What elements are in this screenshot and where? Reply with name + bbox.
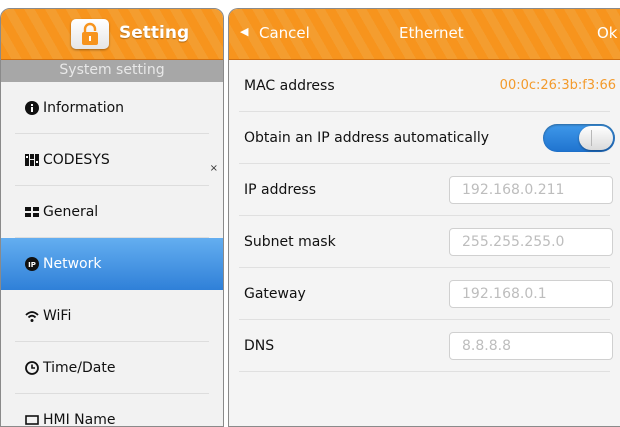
ip-address-row: IP address 192.168.0.211 bbox=[229, 164, 620, 216]
hmi-icon bbox=[25, 415, 39, 425]
subnet-mask-field[interactable]: 255.255.255.0 bbox=[449, 228, 613, 256]
sidebar-item-label: WiFi bbox=[43, 308, 72, 324]
grid-icon bbox=[25, 207, 39, 217]
page-title: Ethernet bbox=[399, 24, 464, 42]
dhcp-row: Obtain an IP address automatically bbox=[229, 112, 620, 164]
close-icon[interactable]: × bbox=[210, 163, 218, 174]
sidebar-item-label: Network bbox=[43, 256, 102, 272]
sidebar-item-network[interactable]: IP Network bbox=[1, 238, 223, 290]
gateway-field[interactable]: 192.168.0.1 bbox=[449, 280, 613, 308]
sidebar-item-codesys[interactable]: CODESYS × bbox=[1, 134, 223, 186]
sidebar-item-label: CODESYS bbox=[43, 152, 110, 168]
mac-address-value: 00:0c:26:3b:f3:66 bbox=[499, 78, 616, 93]
dhcp-label: Obtain an IP address automatically bbox=[244, 130, 490, 146]
section-header: System setting bbox=[1, 60, 223, 82]
wifi-icon bbox=[25, 311, 39, 322]
sidebar-item-label: Information bbox=[43, 100, 125, 116]
svg-text:IP: IP bbox=[28, 261, 36, 269]
toggle-knob[interactable] bbox=[579, 126, 613, 150]
sidebar-header: Setting bbox=[1, 9, 223, 60]
mac-address-row: MAC address 00:0c:26:3b:f3:66 bbox=[229, 60, 620, 112]
ok-button[interactable]: Ok bbox=[597, 24, 618, 42]
clock-icon bbox=[25, 361, 39, 375]
sidebar-item-label: Time/Date bbox=[43, 360, 116, 376]
subnet-mask-row: Subnet mask 255.255.255.0 bbox=[229, 216, 620, 268]
subnet-mask-label: Subnet mask bbox=[244, 234, 336, 250]
sidebar-item-hmi-name[interactable]: HMI Name bbox=[1, 394, 223, 427]
gateway-label: Gateway bbox=[244, 286, 306, 302]
ip-icon: IP bbox=[25, 257, 39, 271]
cancel-button[interactable]: Cancel bbox=[259, 24, 310, 42]
sidebar-item-information[interactable]: Information bbox=[1, 82, 223, 134]
codesys-icon bbox=[25, 154, 39, 166]
dns-field[interactable]: 8.8.8.8 bbox=[449, 332, 613, 360]
sidebar-item-time-date[interactable]: Time/Date bbox=[1, 342, 223, 394]
lock-icon bbox=[71, 19, 109, 49]
divider bbox=[239, 371, 610, 372]
sidebar-item-label: General bbox=[43, 204, 99, 220]
dns-row: DNS 8.8.8.8 bbox=[229, 320, 620, 372]
sidebar-item-wifi[interactable]: WiFi bbox=[1, 290, 223, 342]
ip-address-field[interactable]: 192.168.0.211 bbox=[449, 176, 613, 204]
sidebar-item-general[interactable]: General bbox=[1, 186, 223, 238]
ethernet-header: ◀ Cancel Ethernet Ok bbox=[229, 9, 620, 60]
mac-address-label: MAC address bbox=[244, 78, 335, 94]
gateway-row: Gateway 192.168.0.1 bbox=[229, 268, 620, 320]
sidebar-title: Setting bbox=[119, 23, 190, 43]
ethernet-panel: ◀ Cancel Ethernet Ok MAC address 00:0c:2… bbox=[228, 8, 620, 427]
dhcp-toggle[interactable] bbox=[543, 124, 615, 152]
sidebar-item-label: HMI Name bbox=[43, 412, 116, 427]
ip-address-label: IP address bbox=[244, 182, 317, 198]
info-icon bbox=[25, 101, 39, 115]
back-arrow-icon[interactable]: ◀ bbox=[240, 25, 248, 38]
settings-sidebar: Setting System setting Information CODES… bbox=[0, 8, 224, 427]
dns-label: DNS bbox=[244, 338, 275, 354]
